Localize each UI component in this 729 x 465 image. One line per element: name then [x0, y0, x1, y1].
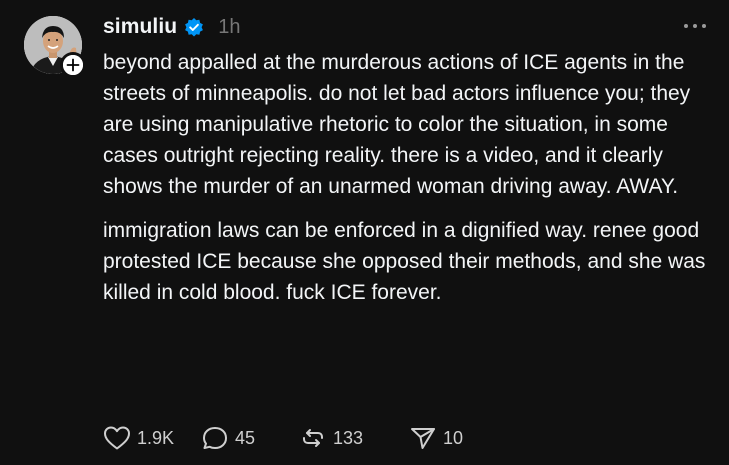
repost-icon — [303, 429, 323, 447]
heart-icon — [104, 426, 130, 450]
thread-post: simuliu 1h beyond appalled at the murder… — [0, 0, 729, 465]
plus-icon — [63, 55, 83, 75]
post-paragraph: beyond appalled at the murderous actions… — [103, 51, 691, 198]
like-button[interactable]: 1.9K — [103, 425, 201, 451]
repost-count: 133 — [333, 427, 364, 448]
username-link[interactable]: simuliu — [103, 15, 177, 39]
avatar-container[interactable] — [24, 16, 86, 78]
send-icon — [411, 428, 435, 449]
repost-button[interactable]: 133 — [299, 425, 409, 451]
post-header: simuliu 1h — [103, 12, 240, 42]
comment-icon — [203, 427, 227, 449]
like-count: 1.9K — [137, 427, 175, 448]
reply-button[interactable]: 45 — [201, 425, 299, 451]
post-timestamp[interactable]: 1h — [218, 16, 240, 39]
share-button[interactable]: 10 — [409, 425, 489, 451]
post-actions: 1.9K 45 133 10 — [103, 424, 489, 452]
verified-badge-icon — [184, 17, 204, 37]
post-body: beyond appalled at the murderous actions… — [103, 47, 715, 308]
follow-button[interactable] — [60, 52, 86, 78]
post-paragraph: immigration laws can be enforced in a di… — [103, 219, 706, 304]
reply-count: 45 — [235, 427, 256, 448]
share-count: 10 — [443, 427, 464, 448]
more-options-icon[interactable] — [681, 20, 709, 32]
